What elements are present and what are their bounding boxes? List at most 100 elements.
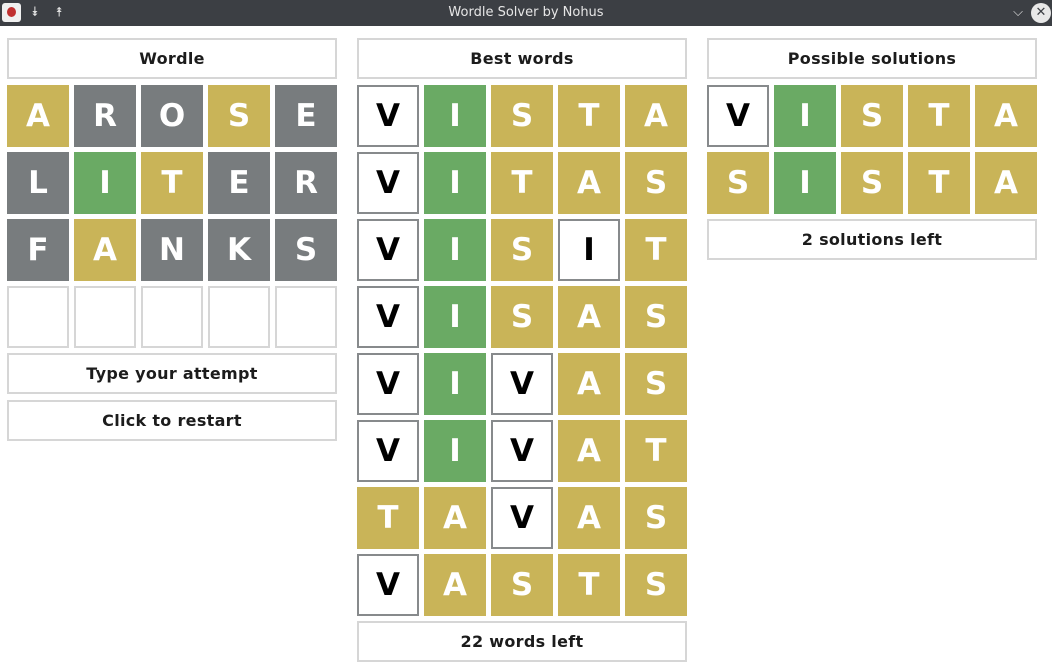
tile-row: VISTA (707, 85, 1037, 147)
words-left-count: 22 words left (357, 621, 687, 662)
letter-tile-absent: E (208, 152, 270, 214)
letter-tile-present: A (424, 554, 486, 616)
letter-tile-none: V (707, 85, 769, 147)
letter-tile-present: A (625, 85, 687, 147)
empty-letter-tile (74, 286, 136, 348)
tile-row: VIVAS (357, 353, 687, 415)
tile-row: VIVAT (357, 420, 687, 482)
letter-tile-correct: I (424, 286, 486, 348)
letter-tile-present: A (558, 152, 620, 214)
letter-tile-correct: I (424, 219, 486, 281)
letter-tile-absent: K (208, 219, 270, 281)
window-title: Wordle Solver by Nohus (448, 5, 604, 20)
letter-tile-present: T (357, 487, 419, 549)
wordle-header: Wordle (7, 38, 337, 79)
letter-tile-present: S (841, 152, 903, 214)
letter-tile-correct: I (424, 353, 486, 415)
letter-tile-none: V (357, 554, 419, 616)
letter-tile-none: V (491, 353, 553, 415)
letter-tile-present: T (625, 420, 687, 482)
letter-tile-present: T (491, 152, 553, 214)
letter-tile-correct: I (424, 85, 486, 147)
tile-row: AROSE (7, 85, 337, 147)
empty-letter-tile (141, 286, 203, 348)
letter-tile-present: A (7, 85, 69, 147)
tile-row: FANKS (7, 219, 337, 281)
letter-tile-present: A (424, 487, 486, 549)
letter-tile-none: V (357, 420, 419, 482)
letter-tile-present: S (491, 219, 553, 281)
letter-tile-present: S (491, 85, 553, 147)
letter-tile-present: S (625, 152, 687, 214)
possible-solutions-grid: VISTASISTA (707, 85, 1037, 214)
solutions-left-count: 2 solutions left (707, 219, 1037, 260)
wordle-grid: AROSELITERFANKS (7, 85, 337, 348)
letter-tile-present: A (975, 152, 1037, 214)
letter-tile-correct: I (74, 152, 136, 214)
letter-tile-correct: I (774, 152, 836, 214)
letter-tile-present: T (141, 152, 203, 214)
letter-tile-present: T (908, 85, 970, 147)
tile-row: LITER (7, 152, 337, 214)
letter-tile-present: S (625, 353, 687, 415)
close-icon[interactable]: ✕ (1031, 3, 1051, 23)
letter-tile-present: T (625, 219, 687, 281)
wordle-column: Wordle AROSELITERFANKS Type your attempt… (7, 38, 337, 441)
possible-solutions-header: Possible solutions (707, 38, 1037, 79)
tile-row (7, 286, 337, 348)
letter-tile-none: V (357, 219, 419, 281)
letter-tile-absent: S (275, 219, 337, 281)
letter-tile-correct: I (774, 85, 836, 147)
letter-tile-correct: I (424, 152, 486, 214)
possible-solutions-column: Possible solutions VISTASISTA 2 solution… (707, 38, 1037, 260)
type-attempt-field[interactable]: Type your attempt (7, 353, 337, 394)
tile-row: TAVAS (357, 487, 687, 549)
letter-tile-absent: N (141, 219, 203, 281)
letter-tile-present: S (491, 286, 553, 348)
best-words-grid: VISTAVITASVISITVISASVIVASVIVATTAVASVASTS (357, 85, 687, 616)
letter-tile-absent: E (275, 85, 337, 147)
letter-tile-present: A (558, 353, 620, 415)
letter-tile-present: A (558, 286, 620, 348)
tile-row: VITAS (357, 152, 687, 214)
letter-tile-absent: L (7, 152, 69, 214)
chevron-down-icon[interactable]: ⌵ (1008, 3, 1028, 23)
letter-tile-none: V (491, 487, 553, 549)
letter-tile-absent: O (141, 85, 203, 147)
best-words-header: Best words (357, 38, 687, 79)
letter-tile-none: V (357, 85, 419, 147)
letter-tile-present: S (625, 554, 687, 616)
empty-letter-tile (208, 286, 270, 348)
letter-tile-present: S (707, 152, 769, 214)
tile-row: VASTS (357, 554, 687, 616)
letter-tile-present: T (908, 152, 970, 214)
letter-tile-none: V (357, 152, 419, 214)
letter-tile-absent: R (275, 152, 337, 214)
letter-tile-present: T (558, 554, 620, 616)
letter-tile-absent: F (7, 219, 69, 281)
letter-tile-none: V (491, 420, 553, 482)
letter-tile-none: V (357, 286, 419, 348)
letter-tile-none: V (357, 353, 419, 415)
empty-letter-tile (7, 286, 69, 348)
tile-row: SISTA (707, 152, 1037, 214)
letter-tile-present: S (841, 85, 903, 147)
letter-tile-present: S (491, 554, 553, 616)
best-words-column: Best words VISTAVITASVISITVISASVIVASVIVA… (357, 38, 687, 662)
restart-button[interactable]: Click to restart (7, 400, 337, 441)
letter-tile-absent: R (74, 85, 136, 147)
letter-tile-present: S (208, 85, 270, 147)
letter-tile-present: S (625, 286, 687, 348)
empty-letter-tile (275, 286, 337, 348)
tile-row: VISIT (357, 219, 687, 281)
title-bar: ⯯ ⯭ Wordle Solver by Nohus ⌵ ✕ (0, 0, 1052, 26)
letter-tile-correct: I (424, 420, 486, 482)
letter-tile-present: A (975, 85, 1037, 147)
letter-tile-present: T (558, 85, 620, 147)
letter-tile-none: I (558, 219, 620, 281)
tile-row: VISTA (357, 85, 687, 147)
letter-tile-present: A (74, 219, 136, 281)
letter-tile-present: A (558, 420, 620, 482)
tile-row: VISAS (357, 286, 687, 348)
letter-tile-present: S (625, 487, 687, 549)
